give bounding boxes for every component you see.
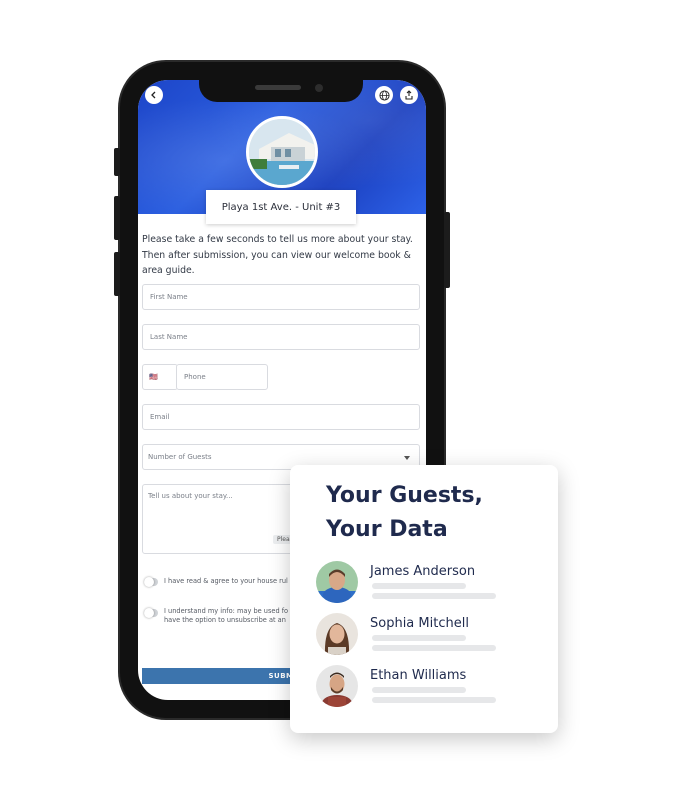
phone-input[interactable] bbox=[182, 372, 267, 382]
last-name-field[interactable] bbox=[142, 324, 420, 350]
chevron-down-icon bbox=[404, 456, 410, 460]
house-rules-label: I have read & agree to your house rul bbox=[164, 577, 288, 585]
phone-speaker bbox=[255, 85, 301, 90]
last-name-input[interactable] bbox=[148, 332, 419, 342]
guest-avatar bbox=[316, 665, 358, 707]
guest-name: Sophia Mitchell bbox=[370, 616, 469, 631]
phone-side-button bbox=[114, 252, 120, 296]
first-name-field[interactable] bbox=[142, 284, 420, 310]
email-input[interactable] bbox=[148, 412, 419, 422]
us-flag-icon: 🇺🇸 bbox=[149, 373, 158, 381]
share-button[interactable] bbox=[400, 86, 418, 104]
phone-side-button bbox=[114, 196, 120, 240]
phone-field[interactable] bbox=[176, 364, 268, 390]
language-button[interactable] bbox=[375, 86, 393, 104]
guest-detail-placeholder bbox=[372, 687, 466, 693]
guest-avatar bbox=[316, 613, 358, 655]
guest-name: Ethan Williams bbox=[370, 668, 467, 683]
property-title: Playa 1st Ave. - Unit #3 bbox=[206, 190, 356, 224]
share-icon bbox=[405, 90, 413, 100]
phone-camera bbox=[315, 84, 323, 92]
guests-select-label: Number of Guests bbox=[148, 453, 212, 461]
guest-avatar bbox=[316, 561, 358, 603]
guest-detail-placeholder bbox=[372, 697, 496, 703]
phone-power-button bbox=[444, 212, 450, 288]
card-title: Your Guests, Your Data bbox=[326, 479, 483, 547]
back-button[interactable] bbox=[145, 86, 163, 104]
guest-detail-placeholder bbox=[372, 635, 466, 641]
marketing-label-line1: I understand my info: may be used fo bbox=[164, 607, 289, 615]
phone-country-select[interactable]: 🇺🇸 bbox=[142, 364, 178, 390]
house-rules-toggle[interactable] bbox=[144, 577, 158, 587]
first-name-input[interactable] bbox=[148, 292, 419, 302]
card-title-line1: Your Guests, bbox=[326, 483, 483, 508]
guest-name: James Anderson bbox=[370, 564, 476, 579]
guest-detail-placeholder bbox=[372, 583, 466, 589]
marketing-label-line2: have the option to unsubscribe at an bbox=[164, 616, 286, 624]
email-field[interactable] bbox=[142, 404, 420, 430]
stay-placeholder: Tell us about your stay... bbox=[148, 492, 233, 500]
marketing-toggle[interactable] bbox=[144, 608, 158, 618]
globe-icon bbox=[378, 89, 390, 101]
property-photo bbox=[246, 116, 318, 188]
guest-detail-placeholder bbox=[372, 593, 496, 599]
guest-data-card: Your Guests, Your Data James Anderson So… bbox=[290, 465, 558, 733]
back-arrow-icon bbox=[151, 91, 156, 99]
phone-side-button bbox=[114, 148, 120, 176]
card-title-line2: Your Data bbox=[326, 517, 448, 542]
guest-detail-placeholder bbox=[372, 645, 496, 651]
intro-text: Please take a few seconds to tell us mor… bbox=[142, 234, 413, 276]
